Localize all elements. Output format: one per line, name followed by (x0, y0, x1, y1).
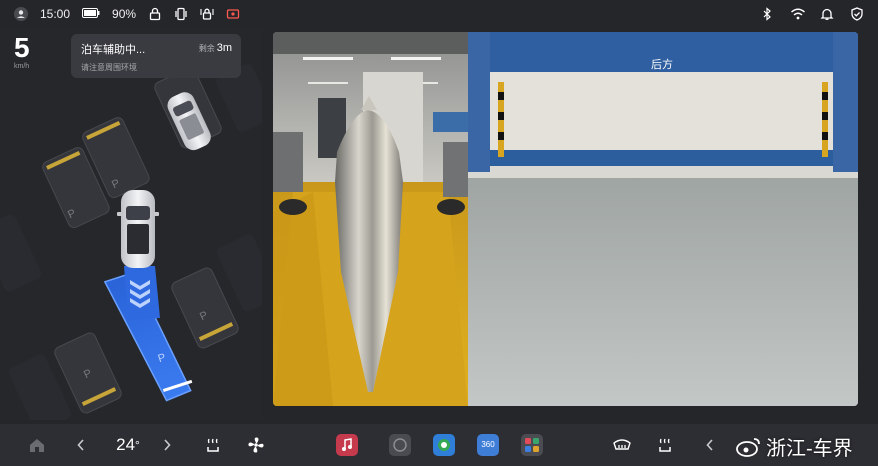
app-icon[interactable] (388, 424, 412, 466)
rear-camera-label: 后方 (651, 59, 673, 71)
battery-percent: 90% (112, 7, 137, 21)
speed-value: 5 (14, 32, 30, 63)
parking-assist-card: 泊车辅助中... 剩余 3m 请注意周围环境 (71, 34, 241, 78)
user-icon[interactable] (14, 7, 28, 21)
fan-icon[interactable] (244, 424, 268, 466)
speed-display: 5 km/h (14, 32, 30, 71)
temperature-display: 24 ° (108, 424, 148, 466)
360-app-icon[interactable]: 360 (476, 424, 500, 466)
speed-unit: km/h (14, 63, 30, 70)
rotate-lock-icon (200, 7, 214, 21)
parking-status-subtitle: 请注意周围环境 (81, 63, 137, 72)
watermark-text: 浙江-车界 (766, 438, 853, 460)
browser-app-icon[interactable] (432, 424, 456, 466)
shield-icon[interactable] (850, 7, 864, 21)
remaining-distance: 剩余 3m (199, 42, 232, 54)
home-icon[interactable] (26, 424, 48, 466)
passenger-temp-decrease-button[interactable] (702, 424, 718, 466)
bell-icon[interactable] (820, 7, 834, 21)
defrost-icon[interactable] (610, 424, 634, 466)
temperature-value: 24 (116, 435, 136, 454)
clock-time: 15:00 (40, 7, 71, 21)
music-app-icon[interactable] (335, 424, 359, 466)
weibo-logo-icon (736, 437, 760, 457)
parking-map-panel: P P P P P 5 km/h 泊车辅助中... 剩余 3m 请注意周围环境 (0, 28, 262, 420)
ego-car (117, 190, 159, 268)
remaining-value: 3m (216, 42, 232, 54)
battery-icon (82, 7, 100, 21)
bluetooth-icon[interactable] (760, 7, 774, 21)
lock-icon (148, 7, 162, 21)
temp-increase-button[interactable] (158, 424, 176, 466)
seat-heater-icon[interactable] (202, 424, 224, 466)
rear-camera-view (468, 32, 858, 406)
passenger-seat-heater-icon[interactable] (654, 424, 676, 466)
vibrate-icon (174, 7, 188, 21)
dashcam-icon (226, 7, 240, 21)
parking-map: P P P P P (0, 64, 262, 420)
temperature-unit: ° (135, 438, 140, 452)
temp-decrease-button[interactable] (72, 424, 90, 466)
front-camera-view (273, 32, 468, 406)
remaining-label: 剩余 (198, 44, 215, 53)
apps-grid-icon[interactable] (520, 424, 544, 466)
status-bar: 15:00 90% (0, 0, 878, 28)
svg-text:360: 360 (481, 440, 495, 449)
watermark: 浙江-车界 (736, 432, 853, 461)
wifi-icon[interactable] (790, 7, 805, 21)
